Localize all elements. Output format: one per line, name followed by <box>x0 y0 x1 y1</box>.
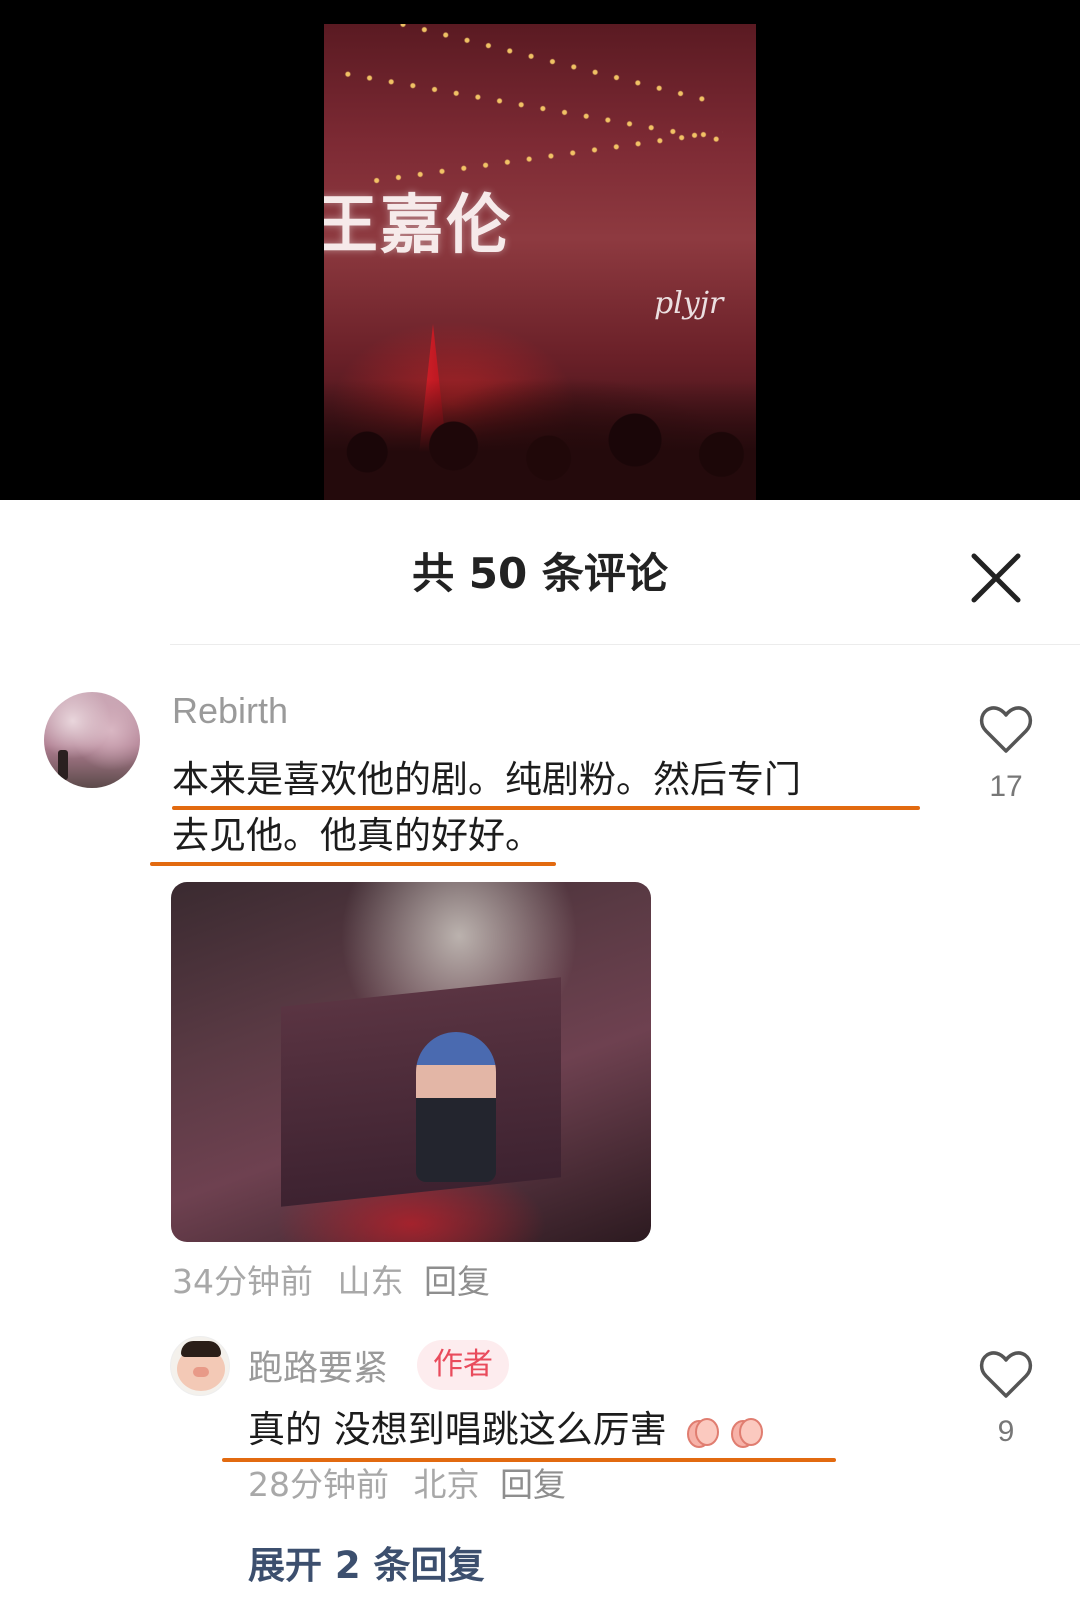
singer-figure <box>416 1032 496 1182</box>
comment-text-line: 本来是喜欢他的剧。纯剧粉。然后专门 <box>172 758 801 801</box>
avatar[interactable] <box>170 1336 230 1396</box>
highlight-underline <box>150 862 556 866</box>
avatar-hair <box>181 1341 221 1357</box>
like-count: 9 <box>997 1415 1015 1448</box>
reply-button[interactable]: 回复 <box>424 1262 490 1301</box>
clapping-hands-emoji <box>730 1417 763 1448</box>
reply-meta: 28分钟前 北京 回复 <box>248 1458 566 1506</box>
comment-username[interactable]: Rebirth <box>172 690 288 732</box>
reply-button[interactable]: 回复 <box>500 1465 566 1504</box>
highlight-underline <box>172 806 920 810</box>
author-badge: 作者 <box>417 1340 509 1390</box>
video-watermark: plyjr <box>654 286 724 321</box>
crowd <box>324 380 756 500</box>
like-count: 17 <box>989 770 1023 803</box>
reply-text-content: 真的 没想到唱跳这么厉害 <box>248 1408 667 1451</box>
comment-text-line: 去见他。他真的好好。 <box>172 814 542 857</box>
reply-location: 北京 <box>413 1465 480 1504</box>
reply-time: 28分钟前 <box>248 1465 389 1504</box>
reply-text: 真的 没想到唱跳这么厉害 <box>248 1402 767 1458</box>
avatar[interactable] <box>44 692 140 788</box>
reply-username[interactable]: 跑路要紧 <box>248 1340 388 1391</box>
expand-replies-link[interactable]: 展开 2 条回复 <box>248 1535 485 1589</box>
divider <box>170 644 1080 645</box>
heart-icon <box>979 706 1033 753</box>
clapping-hands-emoji <box>686 1417 719 1448</box>
like-button[interactable] <box>978 1350 1034 1400</box>
stage-lights <box>336 69 732 145</box>
stage-lights <box>348 24 720 106</box>
close-icon <box>971 553 1021 603</box>
avatar-nose <box>193 1367 209 1377</box>
comment-photo[interactable] <box>171 882 651 1242</box>
comment-meta: 34分钟前 山东 回复 <box>172 1255 490 1303</box>
like-button[interactable] <box>978 705 1034 755</box>
comment-count-title: 共 50 条评论 <box>412 549 668 598</box>
video-player[interactable]: 王嘉伦 plyjr <box>0 0 1080 500</box>
video-caption: 王嘉伦 <box>324 188 512 263</box>
comment-location: 山东 <box>337 1262 404 1301</box>
heart-icon <box>979 1351 1033 1398</box>
comment-time: 34分钟前 <box>172 1262 313 1301</box>
video-frame[interactable]: 王嘉伦 plyjr <box>324 24 756 500</box>
close-button[interactable] <box>968 550 1024 606</box>
